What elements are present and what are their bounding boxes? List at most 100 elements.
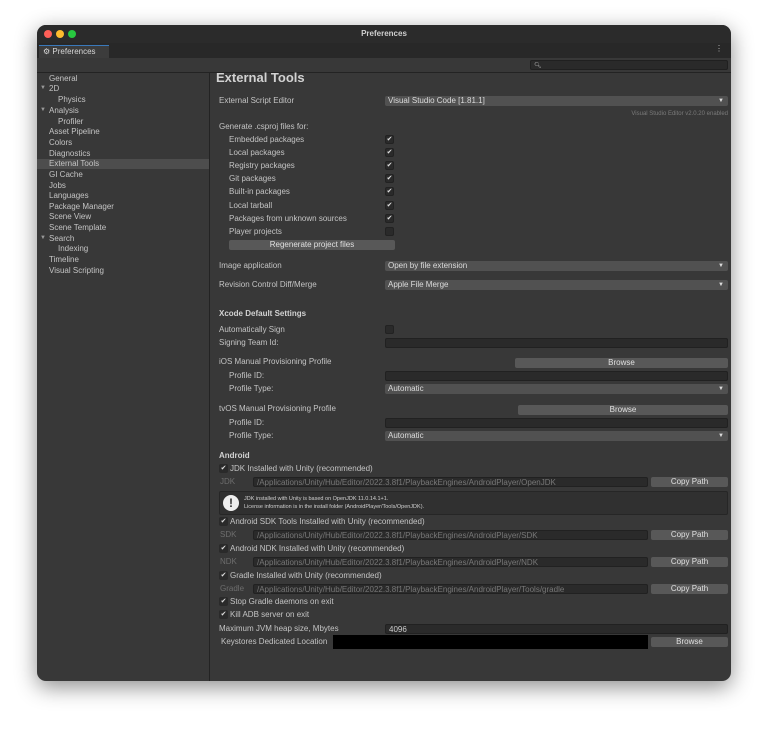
sidebar-item-asset-pipeline[interactable]: Asset Pipeline [49,127,100,137]
keystore-location-field[interactable] [333,635,648,649]
sdk-copy-path-button[interactable]: Copy Path [651,530,728,540]
title-bar: Preferences [37,25,731,43]
revision-value: Apple File Merge [388,280,449,289]
sidebar-item-scene-view[interactable]: Scene View [49,212,91,222]
csproj-checkbox[interactable]: ✔ [385,148,394,157]
csproj-label: Player projects [229,227,282,236]
ios-profile-label: iOS Manual Provisioning Profile [219,357,332,366]
kill-adb-label: Kill ADB server on exit [230,610,310,619]
editor-status: Visual Studio Editor v2.0.20 enabled [631,111,728,117]
csproj-checkbox-unchecked[interactable] [385,227,394,236]
auto-sign-checkbox[interactable] [385,325,394,334]
sidebar-item-colors[interactable]: Colors [49,138,72,148]
script-editor-value: Visual Studio Code [1.81.1] [388,96,485,105]
sidebar-item-2d[interactable]: 2D [49,84,59,94]
tvos-profile-id-input[interactable] [385,418,728,428]
sidebar-item-visual-scripting[interactable]: Visual Scripting [49,266,104,276]
script-editor-dropdown[interactable]: Visual Studio Code [1.81.1] ▼ [385,96,728,106]
csproj-checkbox[interactable]: ✔ [385,135,394,144]
tab-preferences[interactable]: ⚙ Preferences [39,45,109,58]
stop-gradle-label: Stop Gradle daemons on exit [230,597,334,606]
ndk-check-label: Android NDK Installed with Unity (recomm… [230,544,405,553]
sidebar-item-external-tools[interactable]: External Tools [37,159,209,169]
csproj-label: Embedded packages [229,135,305,144]
profile-id-label: Profile ID: [229,418,265,427]
gradle-copy-path-button[interactable]: Copy Path [651,584,728,594]
sdk-label: SDK [220,530,237,539]
window-title: Preferences [361,29,407,38]
sdk-checkbox[interactable]: ✔ [219,517,228,526]
jdk-copy-path-button[interactable]: Copy Path [651,477,728,487]
search-icon: 🔍︎ [534,63,542,69]
ios-profile-type-dropdown[interactable]: Automatic ▼ [385,384,728,394]
ndk-label: NDK [220,557,237,566]
search-input[interactable]: 🔍︎ [530,60,728,70]
keystore-browse-button[interactable]: Browse [651,637,728,647]
sidebar-item-profiler[interactable]: Profiler [58,117,83,127]
sidebar-item-search[interactable]: Search [49,234,74,244]
preferences-window: Preferences ⚙ Preferences ⋮ 🔍︎ General ▼… [37,25,731,681]
jdk-path-field[interactable]: /Applications/Unity/Hub/Editor/2022.3.8f… [253,477,648,487]
ndk-checkbox[interactable]: ✔ [219,544,228,553]
caret-down-icon: ▼ [718,386,724,392]
jdk-info-box: ! JDK installed with Unity is based on O… [219,491,728,515]
image-app-dropdown[interactable]: Open by file extension ▼ [385,261,728,271]
sidebar-item-gi-cache[interactable]: GI Cache [49,170,83,180]
sidebar-item-physics[interactable]: Physics [58,95,86,105]
minimize-button[interactable] [56,30,64,38]
gear-icon: ⚙ [43,47,53,56]
profile-type-value: Automatic [388,384,424,393]
team-id-input[interactable] [385,338,728,348]
search-row: 🔍︎ [37,58,731,73]
tab-label: Preferences [52,47,96,56]
stop-gradle-checkbox[interactable]: ✔ [219,597,228,606]
ios-browse-button[interactable]: Browse [515,358,728,368]
sidebar-item-indexing[interactable]: Indexing [58,244,88,254]
tvos-browse-button[interactable]: Browse [518,405,728,415]
expand-arrow-icon[interactable]: ▼ [40,85,46,91]
revision-dropdown[interactable]: Apple File Merge ▼ [385,280,728,290]
close-button[interactable] [44,30,52,38]
sidebar-item-timeline[interactable]: Timeline [49,255,79,265]
csproj-checkbox[interactable]: ✔ [385,201,394,210]
sidebar: General ▼ 2D Physics ▼ Analysis Profiler… [37,72,210,681]
expand-arrow-icon[interactable]: ▼ [40,107,46,113]
tvos-profile-type-dropdown[interactable]: Automatic ▼ [385,431,728,441]
generate-label: Generate .csproj files for: [219,122,309,131]
kill-adb-checkbox[interactable]: ✔ [219,610,228,619]
sidebar-item-scene-template[interactable]: Scene Template [49,223,106,233]
jdk-label: JDK [220,477,236,486]
regenerate-button[interactable]: Regenerate project files [229,240,395,250]
tvos-profile-label: tvOS Manual Provisioning Profile [219,404,336,413]
sidebar-item-general[interactable]: General [49,74,77,84]
zoom-button[interactable] [68,30,76,38]
ios-profile-id-input[interactable] [385,371,728,381]
csproj-checkbox[interactable]: ✔ [385,161,394,170]
xcode-heading: Xcode Default Settings [219,309,307,318]
sidebar-item-diagnostics[interactable]: Diagnostics [49,149,90,159]
keystore-label: Keystores Dedicated Location [221,637,328,646]
sidebar-item-jobs[interactable]: Jobs [49,181,66,191]
sidebar-item-package-manager[interactable]: Package Manager [49,202,114,212]
info-line-2: License information is in the install fo… [244,504,425,510]
sidebar-item-languages[interactable]: Languages [49,191,89,201]
image-app-label: Image application [219,261,282,270]
android-heading: Android [219,451,250,460]
csproj-checkbox[interactable]: ✔ [385,187,394,196]
caret-down-icon: ▼ [718,98,724,104]
expand-arrow-icon[interactable]: ▼ [40,235,46,241]
more-options-icon[interactable]: ⋮ [715,44,723,53]
jvm-heap-input[interactable]: 4096 [385,624,728,634]
ndk-copy-path-button[interactable]: Copy Path [651,557,728,567]
csproj-checkbox[interactable]: ✔ [385,214,394,223]
jdk-check-label: JDK Installed with Unity (recommended) [230,464,373,473]
gradle-checkbox[interactable]: ✔ [219,571,228,580]
team-id-label: Signing Team Id: [219,338,279,347]
jdk-checkbox[interactable]: ✔ [219,464,228,473]
sdk-path-field[interactable]: /Applications/Unity/Hub/Editor/2022.3.8f… [253,530,648,540]
sidebar-item-analysis[interactable]: Analysis [49,106,79,116]
gradle-path-field[interactable]: /Applications/Unity/Hub/Editor/2022.3.8f… [253,584,648,594]
page-title: External Tools [216,70,305,85]
ndk-path-field[interactable]: /Applications/Unity/Hub/Editor/2022.3.8f… [253,557,648,567]
csproj-checkbox[interactable]: ✔ [385,174,394,183]
